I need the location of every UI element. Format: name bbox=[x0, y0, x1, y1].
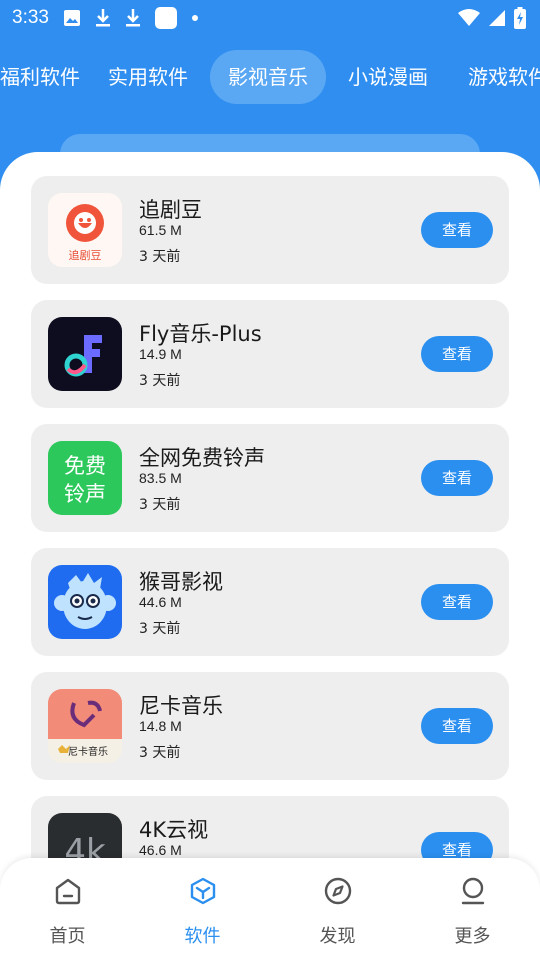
app-updated-time: 3 天前 bbox=[139, 373, 181, 389]
nika-music-icon: 尼卡音乐 bbox=[48, 689, 122, 763]
nav-software[interactable]: 软件 bbox=[135, 858, 270, 960]
tab-video-music[interactable]: 影视音乐 bbox=[210, 50, 326, 104]
app-size: 61.5 M bbox=[139, 222, 182, 238]
zhuijudou-icon: 追剧豆 bbox=[48, 193, 122, 267]
app-size: 46.6 M bbox=[139, 842, 182, 858]
nav-label: 发现 bbox=[319, 926, 356, 947]
nav-label: 首页 bbox=[49, 926, 86, 947]
app-card[interactable]: 猴哥影视 44.6 M 3 天前 查看 bbox=[31, 548, 509, 656]
tab-welfare-software[interactable]: 福利软件 bbox=[0, 50, 98, 104]
app-name: 追剧豆 bbox=[139, 198, 202, 222]
bottom-navigation: 首页 软件 发现 更多 bbox=[0, 858, 540, 960]
app-name: 4K云视 bbox=[139, 818, 209, 842]
app-name: Fly音乐-Plus bbox=[139, 322, 262, 346]
compass-icon bbox=[323, 876, 353, 910]
view-button[interactable]: 查看 bbox=[421, 708, 493, 744]
fly-music-icon bbox=[48, 317, 122, 391]
status-time: 3:33 bbox=[12, 7, 49, 28]
image-icon bbox=[63, 9, 81, 27]
app-updated-time: 3 天前 bbox=[139, 621, 181, 637]
software-cube-icon bbox=[188, 876, 218, 910]
app-list: 追剧豆 追剧豆 61.5 M 3 天前 查看 Fly音乐-Plus 14.9 M… bbox=[31, 176, 509, 920]
app-icon-label: 尼卡音乐 bbox=[68, 745, 108, 758]
view-button[interactable]: 查看 bbox=[421, 212, 493, 248]
nav-home[interactable]: 首页 bbox=[0, 858, 135, 960]
app-size: 44.6 M bbox=[139, 594, 182, 610]
tab-utility-software[interactable]: 实用软件 bbox=[90, 50, 206, 104]
app-size: 14.8 M bbox=[139, 718, 182, 734]
view-button[interactable]: 查看 bbox=[421, 336, 493, 372]
ringtone-icon: 免费 铃声 bbox=[48, 441, 122, 515]
view-button[interactable]: 查看 bbox=[421, 460, 493, 496]
category-tabs: 福利软件 实用软件 影视音乐 小说漫画 游戏软件 bbox=[0, 50, 540, 106]
app-size: 83.5 M bbox=[139, 470, 182, 486]
app-card[interactable]: 追剧豆 追剧豆 61.5 M 3 天前 查看 bbox=[31, 176, 509, 284]
app-updated-time: 3 天前 bbox=[139, 745, 181, 761]
nav-discover[interactable]: 发现 bbox=[270, 858, 405, 960]
app-icon-label: 免费 bbox=[64, 454, 106, 478]
app-square-icon bbox=[154, 7, 177, 29]
nav-label: 更多 bbox=[454, 926, 491, 947]
download-icon bbox=[95, 8, 111, 28]
dot-icon bbox=[191, 14, 199, 22]
app-name: 尼卡音乐 bbox=[139, 694, 223, 718]
monkey-icon bbox=[48, 565, 122, 639]
tab-game-software[interactable]: 游戏软件 bbox=[450, 50, 540, 104]
download-icon bbox=[125, 8, 141, 28]
status-bar: 3:33 bbox=[0, 0, 540, 36]
battery-icon bbox=[514, 7, 526, 29]
tab-novel-comic[interactable]: 小说漫画 bbox=[330, 50, 446, 104]
app-card[interactable]: 尼卡音乐 尼卡音乐 14.8 M 3 天前 查看 bbox=[31, 672, 509, 780]
app-icon-label: 追剧豆 bbox=[69, 248, 102, 262]
nav-more[interactable]: 更多 bbox=[405, 858, 540, 960]
content-sheet: 追剧豆 追剧豆 61.5 M 3 天前 查看 Fly音乐-Plus 14.9 M… bbox=[0, 152, 540, 960]
app-size: 14.9 M bbox=[139, 346, 182, 362]
app-card[interactable]: Fly音乐-Plus 14.9 M 3 天前 查看 bbox=[31, 300, 509, 408]
nav-label: 软件 bbox=[184, 926, 221, 947]
app-name: 猴哥影视 bbox=[139, 570, 223, 594]
app-updated-time: 3 天前 bbox=[139, 497, 181, 513]
app-name: 全网免费铃声 bbox=[139, 446, 265, 470]
user-icon bbox=[458, 876, 488, 910]
app-icon-label: 铃声 bbox=[64, 482, 106, 506]
app-card[interactable]: 免费 铃声 全网免费铃声 83.5 M 3 天前 查看 bbox=[31, 424, 509, 532]
app-updated-time: 3 天前 bbox=[139, 249, 181, 265]
signal-icon bbox=[488, 9, 506, 27]
home-icon bbox=[53, 876, 83, 910]
wifi-icon bbox=[458, 9, 480, 27]
view-button[interactable]: 查看 bbox=[421, 584, 493, 620]
